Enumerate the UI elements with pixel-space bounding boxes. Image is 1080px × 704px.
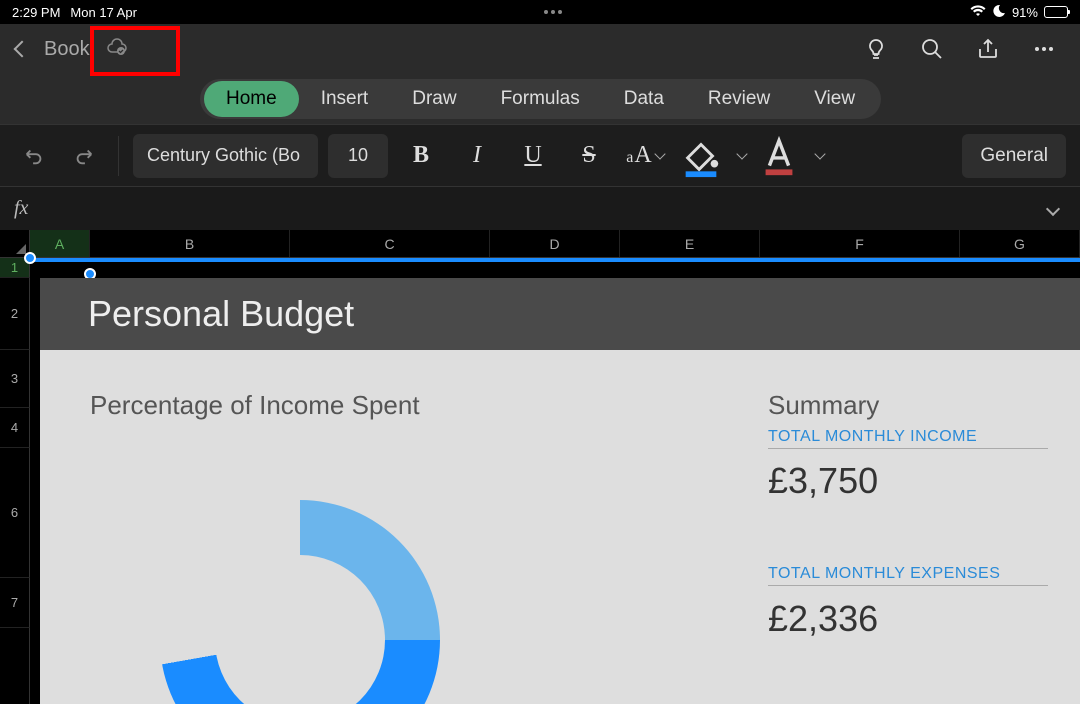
font-size-select[interactable]: 10 — [328, 134, 388, 178]
spreadsheet-grid[interactable]: 1 2 3 4 6 7 A B C D E F G Personal Budge… — [0, 230, 1080, 704]
status-bar: 2:29 PM Mon 17 Apr 91% — [0, 0, 1080, 24]
section-heading: Percentage of Income Spent — [90, 390, 420, 421]
strikethrough-button[interactable]: S — [566, 134, 612, 178]
expenses-label: TOTAL MONTHLY EXPENSES — [768, 565, 1048, 586]
back-button[interactable] — [16, 43, 28, 55]
fill-color-dropdown[interactable] — [734, 150, 746, 161]
fx-label: fx — [14, 197, 28, 220]
col-header[interactable]: A — [30, 230, 90, 257]
font-color-dropdown[interactable] — [812, 150, 824, 161]
status-date: Mon 17 Apr — [70, 5, 137, 20]
row-header[interactable]: 4 — [0, 408, 30, 448]
tab-review[interactable]: Review — [686, 81, 792, 117]
income-value: £3,750 — [768, 460, 878, 502]
formula-bar: fx — [0, 186, 1080, 230]
col-header[interactable]: D — [490, 230, 620, 257]
wifi-icon — [970, 5, 986, 20]
bold-button[interactable]: B — [398, 134, 444, 178]
tab-insert[interactable]: Insert — [299, 81, 391, 117]
title-row[interactable]: Personal Budget — [40, 278, 1080, 350]
selection-border — [30, 258, 1080, 262]
cloud-sync-icon[interactable] — [106, 38, 128, 61]
font-name-select[interactable]: Century Gothic (Bo — [133, 134, 318, 178]
row-header[interactable]: 3 — [0, 350, 30, 408]
format-toolbar: Century Gothic (Bo 10 B I U S aA General — [0, 124, 1080, 186]
font-color-button[interactable] — [756, 134, 802, 178]
income-label: TOTAL MONTHLY INCOME — [768, 428, 1048, 449]
col-header[interactable]: F — [760, 230, 960, 257]
row-header[interactable]: 2 — [0, 278, 30, 350]
summary-heading: Summary — [768, 390, 879, 421]
moon-icon — [992, 4, 1006, 21]
redo-button[interactable] — [64, 136, 104, 176]
selection-handle[interactable] — [24, 252, 36, 264]
col-header[interactable]: E — [620, 230, 760, 257]
col-header[interactable]: C — [290, 230, 490, 257]
row-header[interactable] — [0, 628, 30, 704]
search-button[interactable] — [912, 29, 952, 69]
tab-draw[interactable]: Draw — [390, 81, 478, 117]
battery-percent: 91% — [1012, 5, 1038, 20]
share-button[interactable] — [968, 29, 1008, 69]
undo-button[interactable] — [14, 136, 54, 176]
italic-button[interactable]: I — [454, 134, 500, 178]
formula-input[interactable] — [38, 187, 1038, 230]
battery-icon — [1044, 6, 1068, 18]
document-title[interactable]: Book — [44, 38, 90, 61]
col-header[interactable]: B — [90, 230, 290, 257]
status-pill — [544, 10, 562, 14]
more-button[interactable] — [1024, 29, 1064, 69]
tab-formulas[interactable]: Formulas — [479, 81, 602, 117]
status-time: 2:29 PM — [12, 5, 60, 20]
expand-formula-button[interactable] — [1048, 204, 1066, 214]
ribbon-tabs: Home Insert Draw Formulas Data Review Vi… — [0, 74, 1080, 124]
ideas-button[interactable] — [856, 29, 896, 69]
sheet-title: Personal Budget — [88, 293, 354, 335]
number-format-select[interactable]: General — [962, 134, 1066, 178]
tab-home[interactable]: Home — [204, 81, 299, 117]
tab-data[interactable]: Data — [602, 81, 686, 117]
row-header[interactable]: 6 — [0, 448, 30, 578]
tab-view[interactable]: View — [792, 81, 877, 117]
col-header[interactable]: G — [960, 230, 1080, 257]
fill-color-button[interactable] — [678, 134, 724, 178]
text-case-button[interactable]: aA — [622, 134, 668, 178]
row-header[interactable]: 7 — [0, 578, 30, 628]
underline-button[interactable]: U — [510, 134, 556, 178]
expenses-value: £2,336 — [768, 598, 878, 640]
title-bar: Book — [0, 24, 1080, 74]
